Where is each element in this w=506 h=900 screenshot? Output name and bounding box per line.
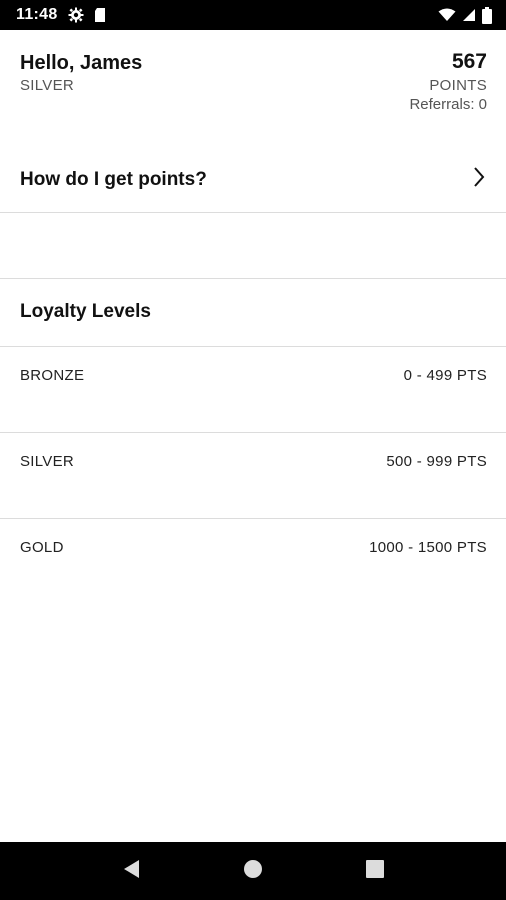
status-bar: 11:48	[0, 0, 506, 30]
tier-label: SILVER	[20, 77, 75, 94]
home-button[interactable]	[233, 851, 273, 891]
home-icon	[243, 859, 263, 884]
recents-icon	[366, 859, 384, 883]
recents-button[interactable]	[355, 851, 395, 891]
section-spacer	[0, 213, 506, 279]
back-button[interactable]	[111, 851, 151, 891]
points-label: POINTS	[429, 77, 487, 94]
level-row-silver: SILVER 500 - 999 PTS	[0, 433, 506, 519]
sd-card-icon	[94, 7, 106, 23]
back-icon	[122, 859, 140, 884]
greeting: Hello, James	[20, 52, 143, 74]
wifi-icon	[438, 8, 456, 22]
level-range: 1000 - 1500 PTS	[369, 539, 487, 556]
level-name: BRONZE	[20, 367, 85, 384]
gear-icon	[68, 7, 84, 23]
level-range: 500 - 999 PTS	[386, 453, 487, 470]
status-time: 11:48	[16, 6, 58, 23]
battery-icon	[482, 6, 492, 24]
system-nav-bar	[0, 842, 506, 900]
how-to-get-points-label: How do I get points?	[20, 169, 207, 190]
loyalty-levels-header: Loyalty Levels	[0, 279, 506, 347]
referrals-count: Referrals: 0	[409, 96, 487, 113]
account-header: Hello, James SILVER 567 POINTS Referrals…	[0, 30, 506, 130]
signal-icon	[462, 8, 476, 22]
points-value: 567	[451, 50, 487, 73]
level-range: 0 - 499 PTS	[403, 367, 487, 384]
level-row-gold: GOLD 1000 - 1500 PTS	[0, 519, 506, 605]
how-to-get-points-row[interactable]: How do I get points?	[0, 146, 506, 213]
level-name: SILVER	[20, 453, 75, 470]
level-row-bronze: BRONZE 0 - 499 PTS	[0, 347, 506, 433]
chevron-right-icon	[472, 166, 486, 193]
level-name: GOLD	[20, 539, 64, 556]
loyalty-levels-title: Loyalty Levels	[20, 301, 151, 322]
